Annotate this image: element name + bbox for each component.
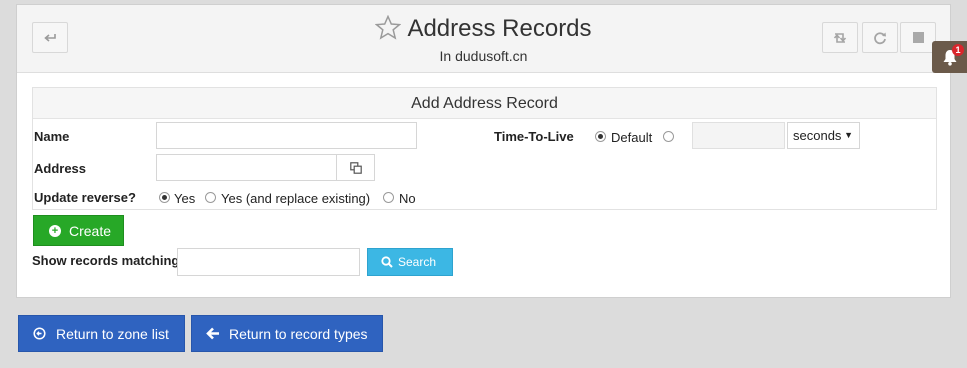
ttl-unit-value: seconds xyxy=(793,128,842,143)
return-zone-label: Return to zone list xyxy=(56,325,169,342)
search-input[interactable] xyxy=(177,248,360,276)
name-label: Name xyxy=(34,129,70,144)
return-types-button[interactable]: Return to record types xyxy=(191,315,383,352)
form-heading: Add Address Record xyxy=(33,88,936,119)
title-row: Address Records xyxy=(17,14,950,43)
sync-button[interactable] xyxy=(822,22,858,53)
refresh-icon xyxy=(874,31,886,44)
ttl-input[interactable] xyxy=(692,122,785,149)
address-lookup-button[interactable] xyxy=(336,154,375,181)
search-label: Show records matching: xyxy=(32,253,184,268)
copy-icon xyxy=(349,161,362,174)
reverse-no-radio[interactable] xyxy=(383,192,394,203)
retweet-icon xyxy=(833,32,847,43)
search-icon xyxy=(381,256,393,268)
caret-down-icon: ▼ xyxy=(844,130,853,140)
name-input[interactable] xyxy=(156,122,417,149)
reverse-no-label: No xyxy=(399,191,416,206)
reverse-replace-label: Yes (and replace existing) xyxy=(221,191,371,206)
reverse-yes-label: Yes xyxy=(174,191,196,206)
search-button-label: Search xyxy=(398,255,437,269)
create-button-label: Create xyxy=(69,222,112,239)
plus-circle-icon: + xyxy=(49,224,61,237)
address-label: Address xyxy=(34,161,87,176)
reverse-yes-radio[interactable] xyxy=(159,192,170,203)
main-panel: Address Records In dudusoft.cn Add Addre… xyxy=(16,4,951,298)
return-types-label: Return to record types xyxy=(229,325,368,342)
notifications-button[interactable]: 1 xyxy=(932,41,967,73)
search-button[interactable]: Search xyxy=(367,248,453,276)
arrow-circle-left-icon xyxy=(33,327,46,340)
create-button[interactable]: + Create xyxy=(33,215,124,246)
ttl-default-radio[interactable] xyxy=(595,131,606,142)
reverse-replace-radio[interactable] xyxy=(205,192,216,203)
notification-badge: 1 xyxy=(952,44,964,56)
ttl-label: Time-To-Live xyxy=(494,129,574,144)
page-subtitle: In dudusoft.cn xyxy=(439,48,528,64)
star-icon[interactable] xyxy=(375,14,402,40)
return-zone-button[interactable]: Return to zone list xyxy=(18,315,185,352)
address-input[interactable] xyxy=(156,154,337,181)
refresh-button[interactable] xyxy=(862,22,898,53)
page-title: Address Records xyxy=(407,15,592,42)
arrow-left-icon xyxy=(206,327,219,340)
page-header: Address Records In dudusoft.cn xyxy=(17,5,950,73)
update-reverse-label: Update reverse? xyxy=(34,190,136,205)
ttl-default-label: Default xyxy=(611,130,653,145)
ttl-unit-select[interactable]: seconds ▼ xyxy=(787,122,860,149)
stop-icon xyxy=(912,32,924,43)
stop-button[interactable] xyxy=(900,22,936,53)
ttl-custom-radio[interactable] xyxy=(663,131,674,142)
